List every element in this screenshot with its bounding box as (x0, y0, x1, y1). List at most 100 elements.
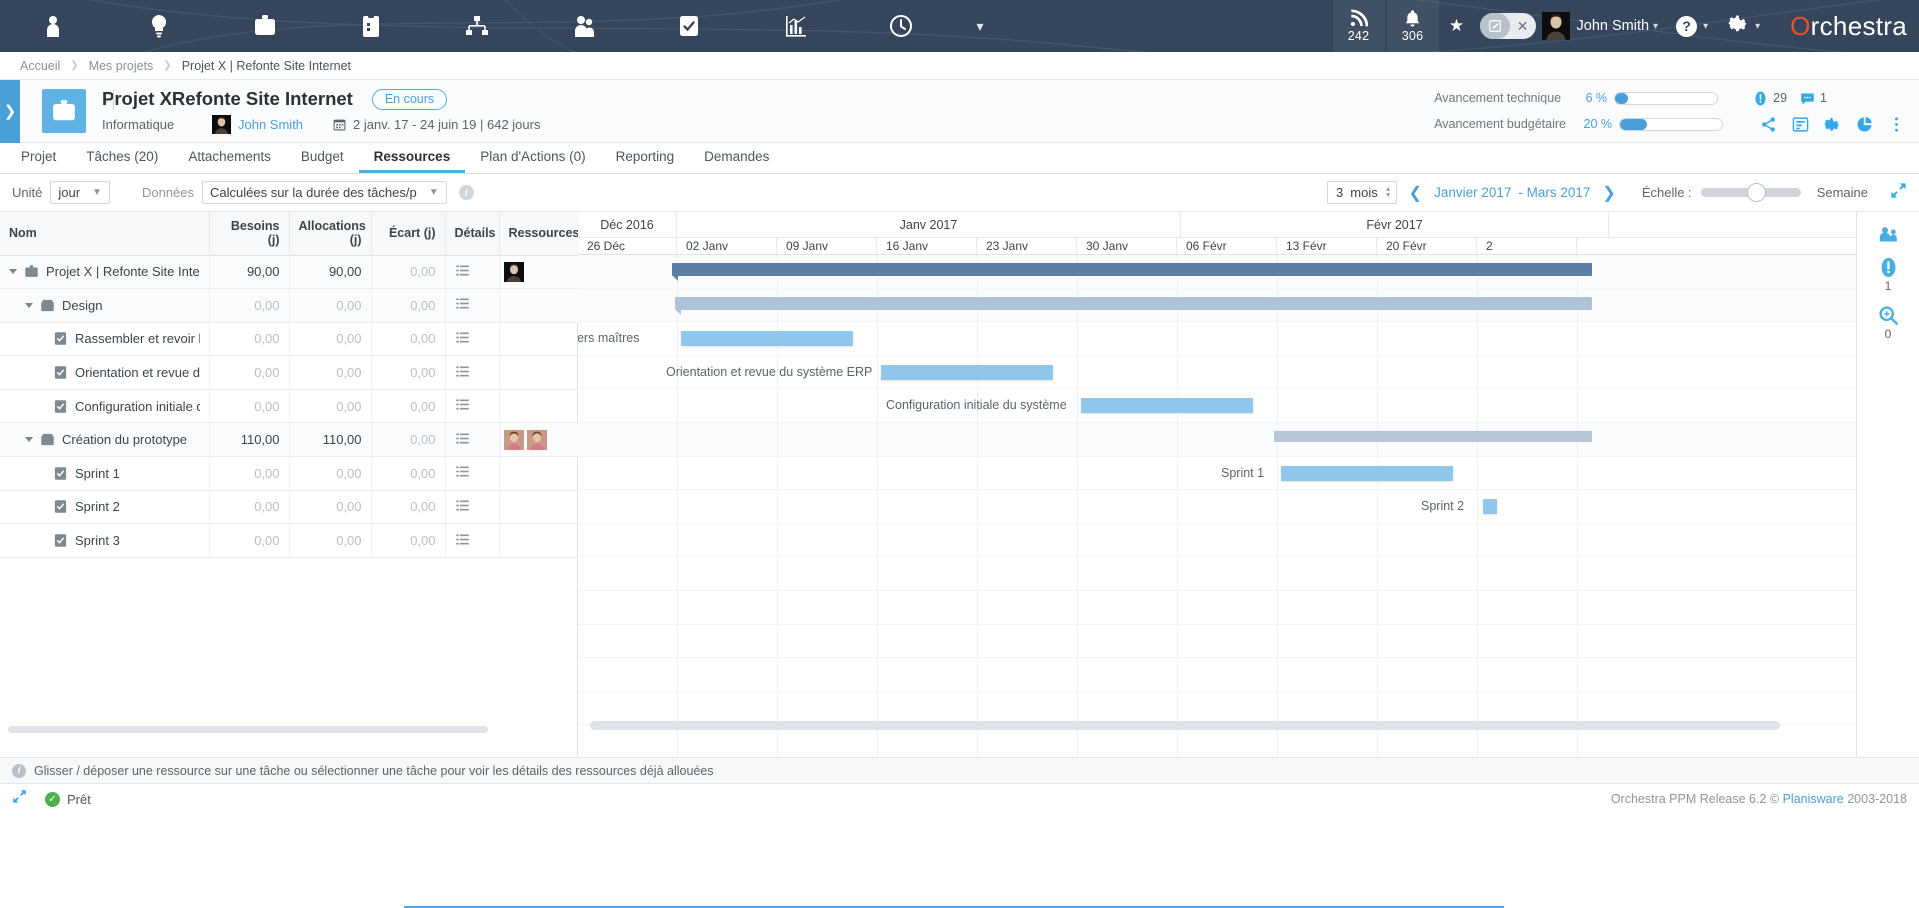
resource-avatar[interactable] (504, 262, 524, 282)
settings-chevron-down-icon[interactable]: ▾ (1755, 21, 1760, 32)
row-expand-toggle-icon[interactable] (9, 269, 17, 274)
table-row[interactable]: Orientation et revue d...0,000,000,00 (0, 356, 578, 390)
gantt-bar[interactable] (1281, 466, 1453, 481)
gantt-bar[interactable] (675, 297, 1592, 310)
table-row[interactable]: Sprint 30,000,000,00 (0, 524, 578, 558)
table-row[interactable]: Projet X | Refonte Site Internet90,0090,… (0, 255, 578, 289)
column-header-allocations-j[interactable]: Allocations (j) (289, 212, 371, 255)
tab-projet[interactable]: Projet (6, 143, 71, 173)
nav-clipboard-icon[interactable] (318, 0, 424, 52)
gantt-bar[interactable] (1483, 499, 1497, 514)
tab-attachements[interactable]: Attachements (173, 143, 286, 173)
slider-handle[interactable] (1747, 183, 1766, 202)
resource-avatar[interactable] (504, 430, 524, 450)
tab-demandes[interactable]: Demandes (689, 143, 784, 173)
table-row[interactable]: Création du prototype110,00110,000,00 (0, 423, 578, 457)
edit-icon[interactable] (1480, 13, 1510, 39)
gantt-bar[interactable] (681, 331, 853, 346)
next-period-icon[interactable]: ❯ (1602, 183, 1615, 203)
nav-lightbulb-icon[interactable] (106, 0, 212, 52)
table-row[interactable]: Sprint 20,000,000,00 (0, 490, 578, 524)
gantt-bar[interactable] (1081, 398, 1253, 413)
nav-people-icon[interactable] (530, 0, 636, 52)
tab-budget[interactable]: Budget (286, 143, 359, 173)
gantt-bar[interactable] (881, 365, 1053, 380)
fullscreen-expand-icon[interactable] (1890, 182, 1907, 204)
grid-horizontal-scrollbar[interactable] (0, 726, 578, 735)
rail-alert-icon[interactable]: 1 (1878, 257, 1899, 293)
details-list-icon[interactable] (455, 467, 470, 482)
settings-gear-icon[interactable] (1718, 13, 1749, 39)
info-icon[interactable]: i (459, 185, 474, 200)
months-stepper[interactable]: 3 mois ▲▼ (1327, 181, 1397, 204)
gantt-row[interactable] (578, 557, 1856, 591)
feed-badge[interactable]: 242 (1333, 0, 1385, 52)
rail-resources-icon[interactable] (1878, 224, 1899, 245)
gantt-row[interactable] (578, 490, 1856, 524)
tab-plan-d-actions-0[interactable]: Plan d'Actions (0) (465, 143, 600, 173)
scale-slider[interactable] (1701, 188, 1801, 197)
user-menu-chevron-down-icon[interactable]: ▾ (1653, 21, 1658, 32)
nav-clock-icon[interactable] (848, 0, 954, 52)
share-icon[interactable] (1760, 116, 1777, 133)
details-list-icon[interactable] (455, 501, 470, 516)
details-list-icon[interactable] (455, 333, 470, 348)
nav-more-chevron-down-icon[interactable]: ▾ (954, 18, 1006, 35)
tab-ressources[interactable]: Ressources (359, 143, 466, 173)
nav-user-icon[interactable] (0, 0, 106, 52)
more-options-icon[interactable] (1888, 116, 1905, 133)
details-list-icon[interactable] (455, 367, 470, 382)
gantt-row[interactable] (578, 591, 1856, 625)
gantt-bar[interactable] (1274, 431, 1592, 442)
gantt-row[interactable] (578, 457, 1856, 491)
column-header-ressources[interactable]: Ressources (499, 212, 578, 255)
notifications-badge[interactable]: 306 (1387, 0, 1439, 52)
nav-org-chart-icon[interactable] (424, 0, 530, 52)
project-settings-gear-icon[interactable] (1824, 116, 1841, 133)
tab-t-ches-20[interactable]: Tâches (20) (71, 143, 173, 173)
gantt-bar[interactable] (672, 263, 1592, 276)
column-header-besoins-j[interactable]: Besoins (j) (209, 212, 289, 255)
report-list-icon[interactable] (1792, 116, 1809, 133)
details-list-icon[interactable] (455, 400, 470, 415)
details-list-icon[interactable] (455, 299, 470, 314)
gantt-horizontal-scrollbar[interactable] (578, 721, 1856, 733)
details-list-icon[interactable] (455, 434, 470, 449)
help-icon[interactable]: ? (1676, 16, 1697, 37)
row-expand-toggle-icon[interactable] (25, 437, 33, 442)
details-list-icon[interactable] (455, 535, 470, 550)
user-avatar[interactable] (1542, 12, 1570, 40)
row-expand-toggle-icon[interactable] (25, 303, 33, 308)
period-start-label[interactable]: Janvier 2017 (1434, 185, 1511, 200)
nav-checkbox-icon[interactable] (636, 0, 742, 52)
gantt-row[interactable] (578, 658, 1856, 692)
status-badge[interactable]: En cours (372, 89, 447, 110)
comments-badge[interactable]: 1 (1800, 91, 1827, 106)
unit-select[interactable]: jour ▼ (50, 181, 110, 204)
gantt-row[interactable] (578, 524, 1856, 558)
nav-briefcase-icon[interactable] (212, 0, 318, 52)
tab-reporting[interactable]: Reporting (601, 143, 690, 173)
status-expand-icon[interactable] (12, 789, 27, 809)
column-header-cart-j[interactable]: Écart (j) (371, 212, 445, 255)
column-header-d-tails[interactable]: Détails (445, 212, 499, 255)
close-icon[interactable]: ✕ (1510, 18, 1536, 35)
stepper-arrows-icon[interactable]: ▲▼ (1385, 187, 1392, 199)
table-row[interactable]: Rassembler et revoir l...0,000,000,00 (0, 322, 578, 356)
alerts-badge[interactable]: 29 (1753, 91, 1787, 106)
nav-bar-chart-icon[interactable] (742, 0, 848, 52)
table-row[interactable]: Configuration initiale d...0,000,000,00 (0, 389, 578, 423)
table-row[interactable]: Design0,000,000,00 (0, 289, 578, 323)
details-list-icon[interactable] (455, 266, 470, 281)
edit-mode-toggle[interactable]: ✕ (1480, 13, 1536, 39)
gantt-row[interactable] (578, 423, 1856, 457)
table-row[interactable]: Sprint 10,000,000,00 (0, 457, 578, 491)
breadcrumb-projects[interactable]: Mes projets (89, 59, 154, 73)
help-chevron-down-icon[interactable]: ▾ (1703, 21, 1708, 32)
project-owner[interactable]: John Smith (238, 117, 303, 132)
period-end-label[interactable]: - Mars 2017 (1518, 185, 1590, 200)
data-select[interactable]: Calculées sur la durée des tâches/p ▼ (202, 181, 447, 204)
previous-period-icon[interactable]: ❮ (1409, 183, 1422, 203)
pie-chart-icon[interactable] (1856, 116, 1873, 133)
gantt-row[interactable] (578, 625, 1856, 659)
